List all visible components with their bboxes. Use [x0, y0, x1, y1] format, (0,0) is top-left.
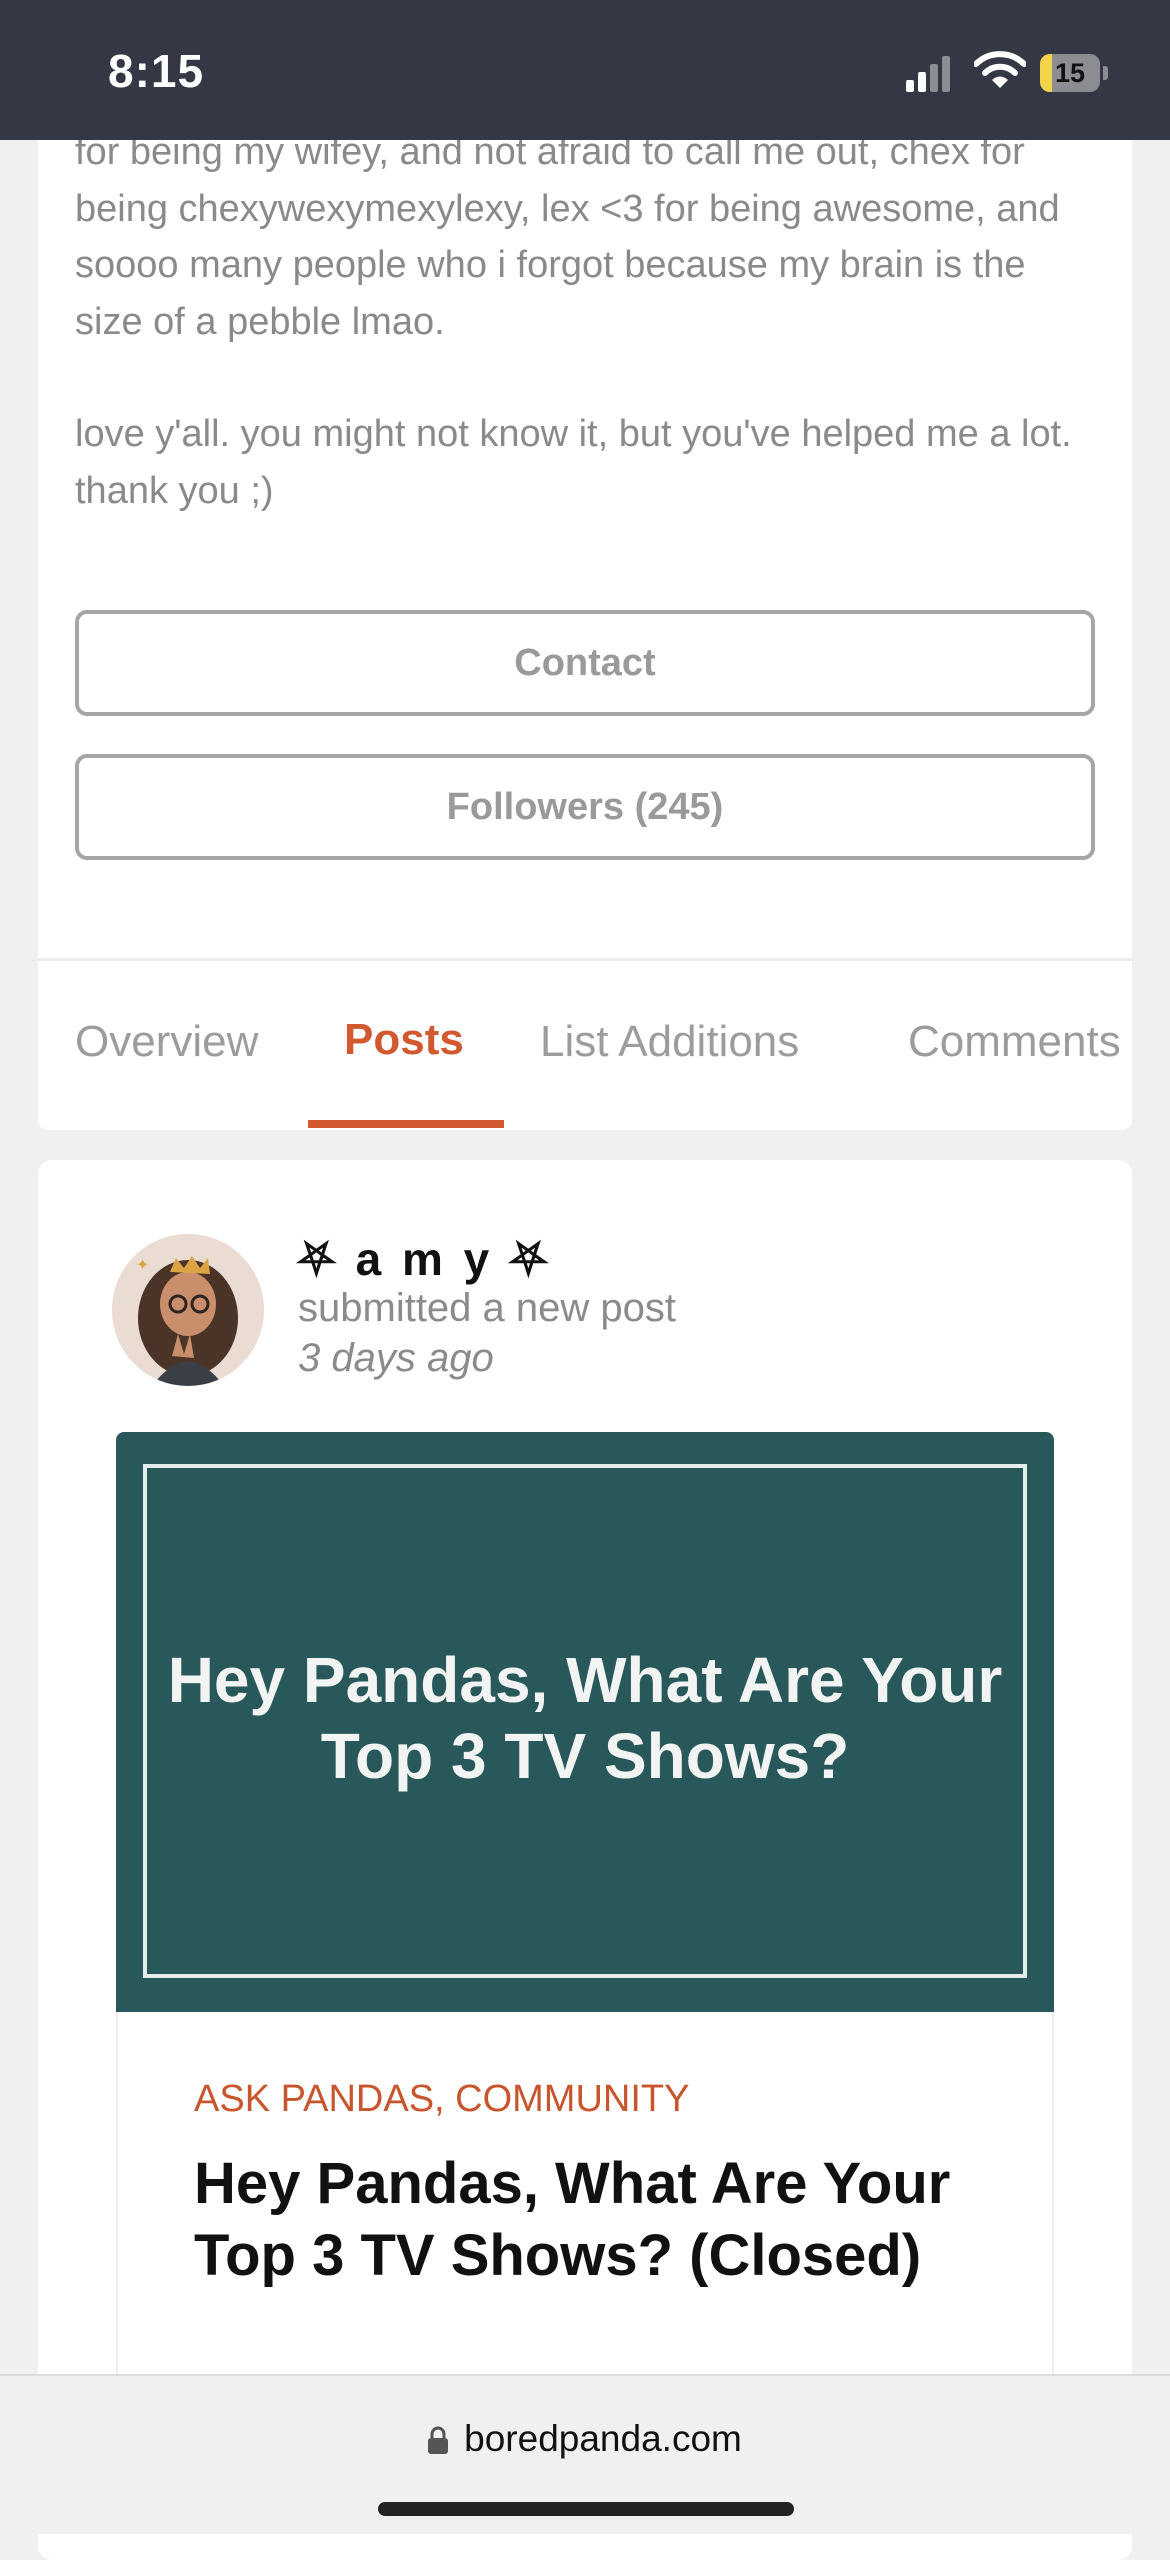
contact-button[interactable]: Contact — [75, 610, 1095, 716]
post-action: submitted a new post — [298, 1286, 676, 1330]
tab-list-additions[interactable]: List Additions — [540, 962, 799, 1130]
divider — [38, 958, 1132, 961]
profile-bio: for being my wifey, and not afraid to ca… — [75, 124, 1095, 519]
status-time: 8:15 — [108, 45, 205, 97]
avatar[interactable]: ✦ — [112, 1234, 264, 1386]
home-indicator[interactable] — [378, 2502, 794, 2516]
avatar-illustration: ✦ — [112, 1234, 264, 1386]
tab-comments[interactable]: Comments — [908, 962, 1121, 1130]
post-title[interactable]: Hey Pandas, What Are Your Top 3 TV Shows… — [194, 2148, 974, 2292]
browser-bar: boredpanda.com — [0, 2374, 1170, 2534]
lock-icon — [428, 2426, 449, 2454]
profile-tabs: Overview Posts List Additions Comments — [38, 962, 1132, 1130]
battery-level: 15 — [1054, 58, 1086, 88]
post-card: ✦ ⛧ a m y ⛧ submitted a new post 3 days … — [38, 1160, 1132, 2560]
tab-posts[interactable]: Posts — [344, 962, 464, 1130]
tab-overview[interactable]: Overview — [75, 962, 258, 1130]
battery-icon: 15 — [1040, 54, 1110, 92]
signal-icon — [906, 56, 950, 92]
active-tab-indicator — [308, 1120, 504, 1128]
post-timestamp: 3 days ago — [298, 1336, 494, 1380]
svg-text:✦: ✦ — [136, 1257, 149, 1274]
post-username[interactable]: ⛧ a m y ⛧ — [298, 1232, 551, 1288]
post-thumbnail[interactable]: Hey Pandas, What Are Your Top 3 TV Shows… — [116, 1432, 1054, 2012]
status-bar: 8:15 15 — [0, 0, 1170, 140]
url-text: boredpanda.com — [464, 2418, 742, 2459]
address-bar[interactable]: boredpanda.com — [0, 2418, 1170, 2460]
profile-card: for being my wifey, and not afraid to ca… — [38, 100, 1132, 1130]
followers-button[interactable]: Followers (245) — [75, 754, 1095, 860]
post-categories[interactable]: ASK PANDAS, COMMUNITY — [194, 2078, 689, 2121]
thumbnail-text: Hey Pandas, What Are Your Top 3 TV Shows… — [167, 1644, 1003, 1792]
bio-paragraph: love y'all. you might not know it, but y… — [75, 413, 1072, 512]
bio-paragraph: for being my wifey, and not afraid to ca… — [75, 131, 1060, 343]
wifi-icon — [974, 51, 1026, 88]
